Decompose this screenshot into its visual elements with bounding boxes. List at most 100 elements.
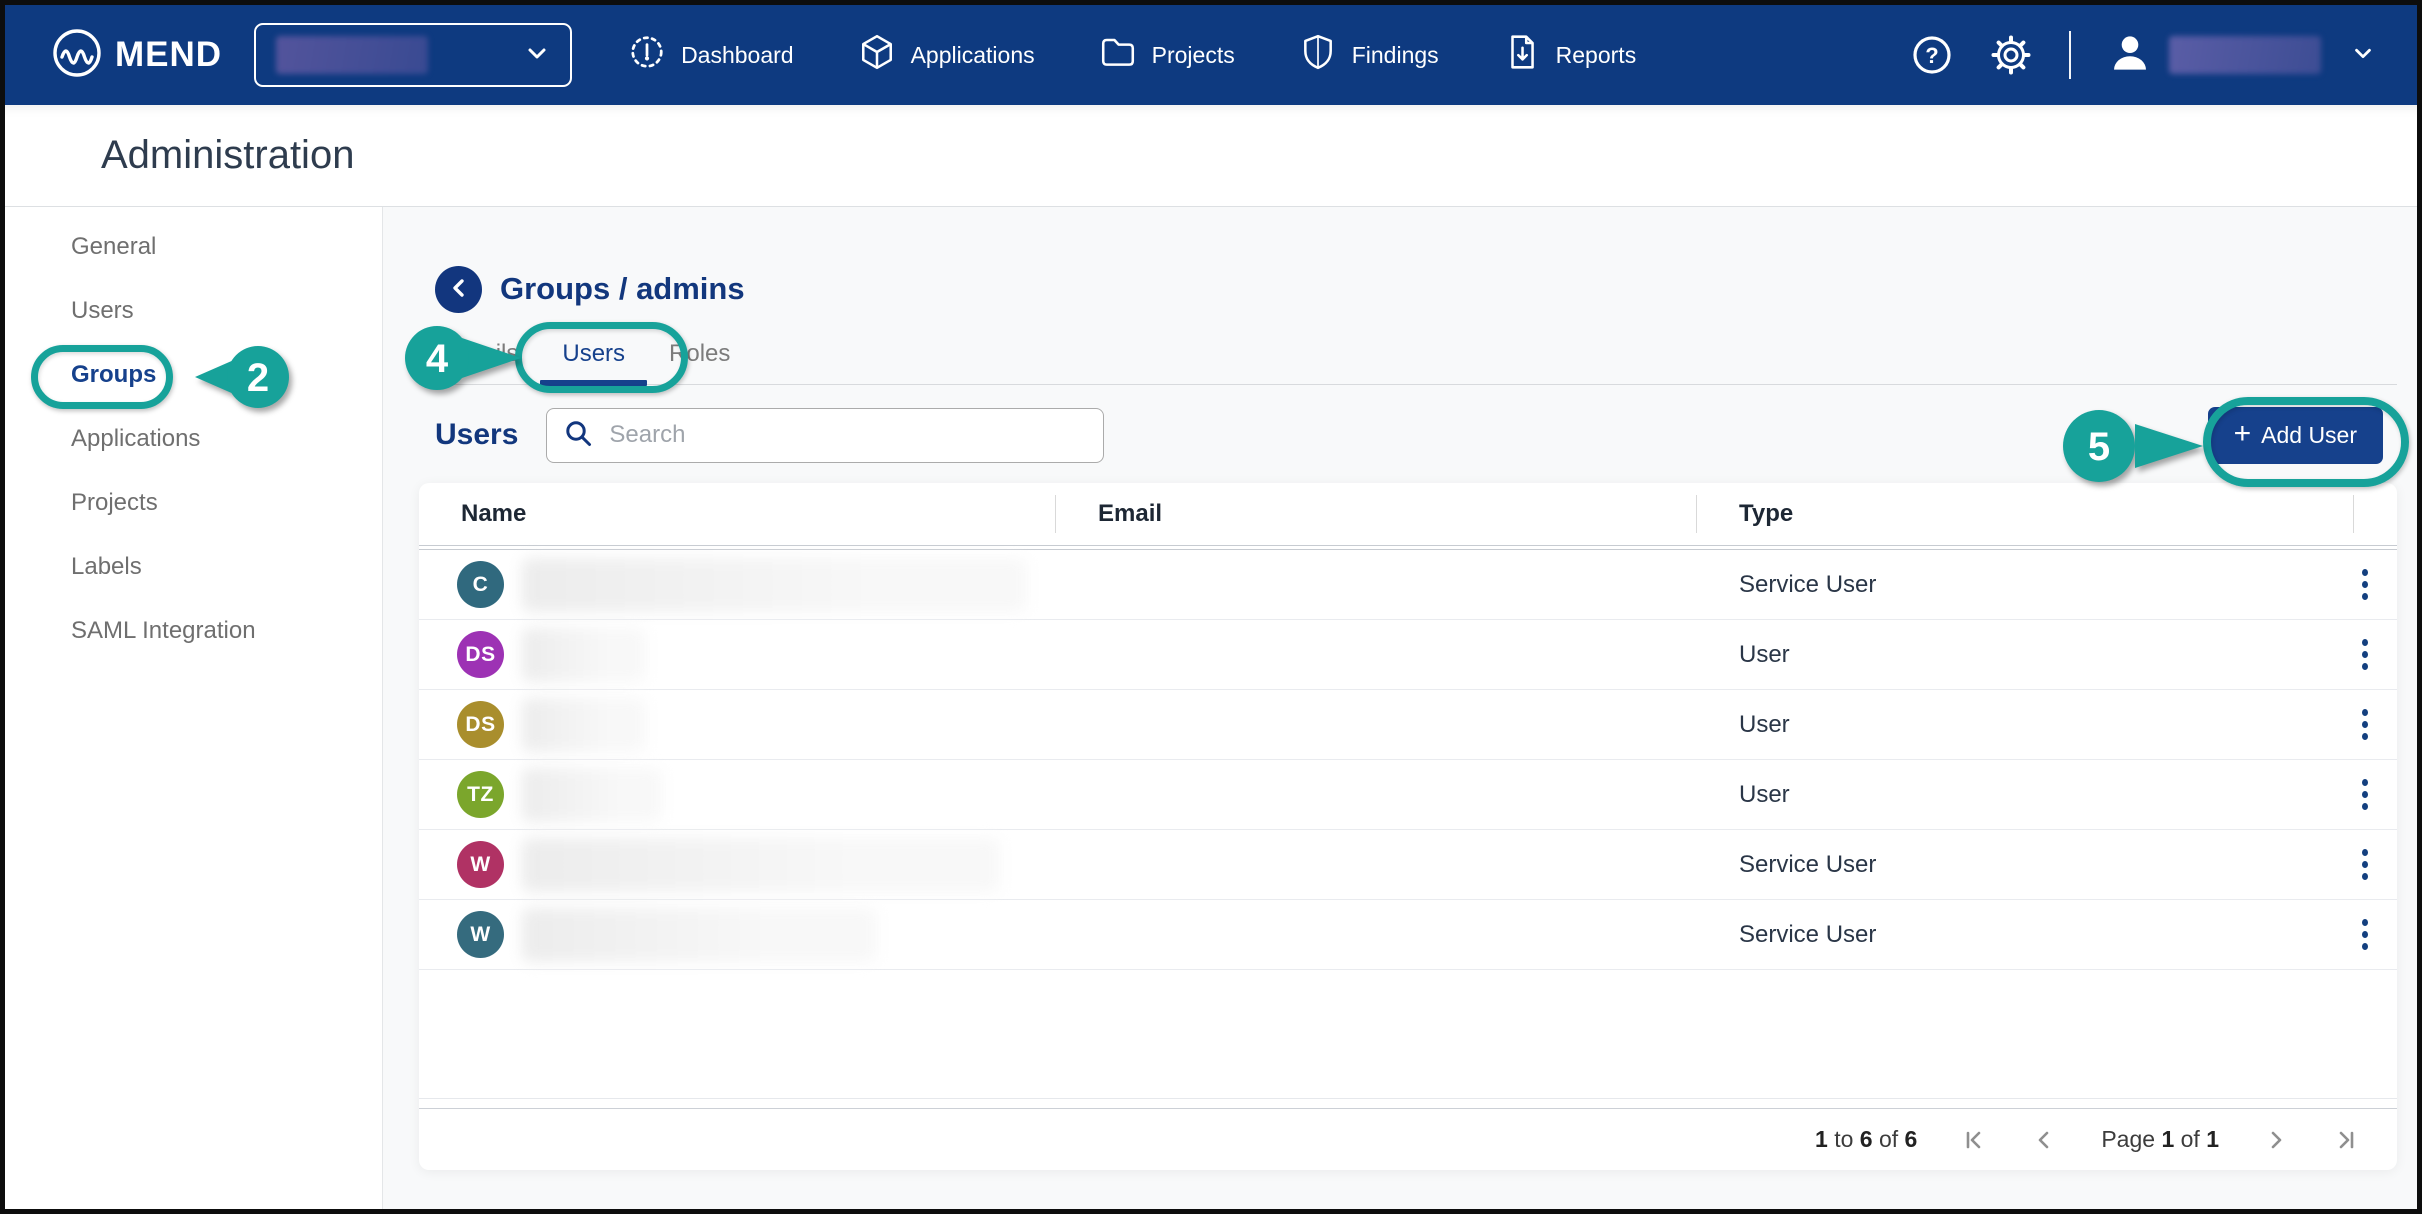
user-type: Service User	[1697, 571, 2354, 599]
column-header-email[interactable]: Email	[1056, 483, 1697, 545]
table-row: C Service User	[419, 550, 2397, 620]
nav-item-label: Applications	[911, 42, 1035, 69]
redacted-name	[522, 768, 662, 822]
chevron-down-icon	[524, 40, 550, 71]
breadcrumb: Groups / admins	[500, 271, 745, 307]
mend-logo[interactable]: MEND	[51, 27, 222, 84]
chevron-down-icon	[2351, 41, 2375, 70]
gear-icon[interactable]	[1989, 33, 2033, 77]
back-button[interactable]	[435, 266, 482, 313]
search-icon	[563, 418, 593, 453]
navbar-right: ?	[1911, 30, 2375, 81]
avatar: TZ	[457, 771, 504, 818]
admin-sidebar: General Users Groups Applications Projec…	[5, 207, 383, 1209]
sidebar-item-users[interactable]: Users	[5, 279, 382, 343]
user-type: User	[1697, 641, 2354, 669]
nav-item-label: Findings	[1352, 42, 1439, 69]
gauge-icon	[628, 33, 666, 77]
user-type: Service User	[1697, 921, 2354, 949]
navbar-divider	[2069, 31, 2071, 79]
top-navbar: MEND Dashboard	[5, 5, 2417, 105]
column-header-actions	[2354, 483, 2397, 545]
main-content: Groups / admins Details Users Roles User…	[383, 207, 2417, 1209]
search-input[interactable]	[609, 421, 1087, 449]
tab-roles[interactable]: Roles	[669, 340, 730, 384]
table-row: DS User	[419, 690, 2397, 760]
svg-text:?: ?	[1925, 43, 1938, 68]
section-title: Users	[435, 418, 518, 452]
user-icon	[2107, 30, 2153, 81]
redacted-name	[522, 628, 646, 682]
page-header: Administration	[5, 105, 2417, 207]
next-page-button[interactable]	[2263, 1127, 2289, 1153]
nav-item-label: Reports	[1556, 42, 1637, 69]
brand-name: MEND	[115, 35, 222, 75]
users-table-card: Name Email Type C Service User	[419, 483, 2397, 1170]
mend-logo-icon	[51, 27, 103, 84]
table-empty-area	[419, 970, 2397, 1099]
row-menu-button[interactable]	[2354, 911, 2397, 958]
last-page-button[interactable]	[2333, 1127, 2359, 1153]
row-menu-button[interactable]	[2354, 561, 2397, 608]
avatar: DS	[457, 701, 504, 748]
sidebar-item-general[interactable]: General	[5, 215, 382, 279]
row-menu-button[interactable]	[2354, 701, 2397, 748]
table-row: W Service User	[419, 830, 2397, 900]
previous-page-button[interactable]	[2031, 1127, 2057, 1153]
document-download-icon	[1503, 33, 1541, 77]
row-menu-button[interactable]	[2354, 631, 2397, 678]
nav-item-label: Projects	[1152, 42, 1235, 69]
help-icon[interactable]: ?	[1911, 34, 1953, 76]
table-row: TZ User	[419, 760, 2397, 830]
column-header-type[interactable]: Type	[1697, 483, 2354, 545]
search-box	[546, 408, 1104, 463]
redacted-name	[522, 698, 646, 752]
pagination-bar: 1 to 6 of 6	[419, 1108, 2397, 1170]
user-name-cell: W	[419, 900, 1056, 969]
sidebar-item-labels[interactable]: Labels	[5, 535, 382, 599]
chevron-left-icon	[448, 277, 470, 302]
redacted-name	[522, 558, 1027, 612]
nav-item-findings[interactable]: Findings	[1299, 33, 1439, 77]
shield-icon	[1299, 33, 1337, 77]
row-menu-button[interactable]	[2354, 841, 2397, 888]
avatar: C	[457, 561, 504, 608]
sidebar-item-saml-integration[interactable]: SAML Integration	[5, 599, 382, 663]
app-window: MEND Dashboard	[0, 0, 2422, 1214]
column-header-name[interactable]: Name	[419, 483, 1056, 545]
nav-item-reports[interactable]: Reports	[1503, 33, 1637, 77]
sidebar-item-groups[interactable]: Groups	[5, 343, 382, 407]
avatar: W	[457, 911, 504, 958]
user-type: User	[1697, 711, 2354, 739]
tab-details[interactable]: Details	[445, 340, 518, 384]
redacted-name	[522, 908, 877, 962]
row-menu-button[interactable]	[2354, 771, 2397, 818]
avatar: W	[457, 841, 504, 888]
nav-item-dashboard[interactable]: Dashboard	[628, 33, 794, 77]
user-name-cell: W	[419, 830, 1056, 899]
user-name-cell: DS	[419, 620, 1056, 689]
table-header: Name Email Type	[419, 483, 2397, 545]
cube-icon	[858, 33, 896, 77]
pagination-range: 1 to 6 of 6	[1815, 1126, 1917, 1153]
redacted-name	[522, 838, 1000, 892]
sidebar-item-projects[interactable]: Projects	[5, 471, 382, 535]
first-page-button[interactable]	[1961, 1127, 1987, 1153]
pagination-page-label: Page 1 of 1	[2101, 1126, 2219, 1153]
nav-item-projects[interactable]: Projects	[1099, 33, 1235, 77]
user-menu[interactable]	[2107, 30, 2375, 81]
user-name-cell: C	[419, 550, 1056, 619]
plus-icon: +	[2234, 419, 2252, 449]
redacted-username	[2169, 36, 2321, 74]
add-user-button[interactable]: + Add User	[2208, 407, 2383, 464]
main-navigation: Dashboard Applications P	[628, 33, 1636, 77]
nav-item-label: Dashboard	[681, 42, 794, 69]
table-row: W Service User	[419, 900, 2397, 970]
sidebar-item-applications[interactable]: Applications	[5, 407, 382, 471]
organization-selector[interactable]	[254, 23, 572, 87]
tab-users[interactable]: Users	[562, 340, 625, 384]
user-name-cell: DS	[419, 690, 1056, 759]
nav-item-applications[interactable]: Applications	[858, 33, 1035, 77]
user-name-cell: TZ	[419, 760, 1056, 829]
page-title: Administration	[101, 133, 354, 178]
